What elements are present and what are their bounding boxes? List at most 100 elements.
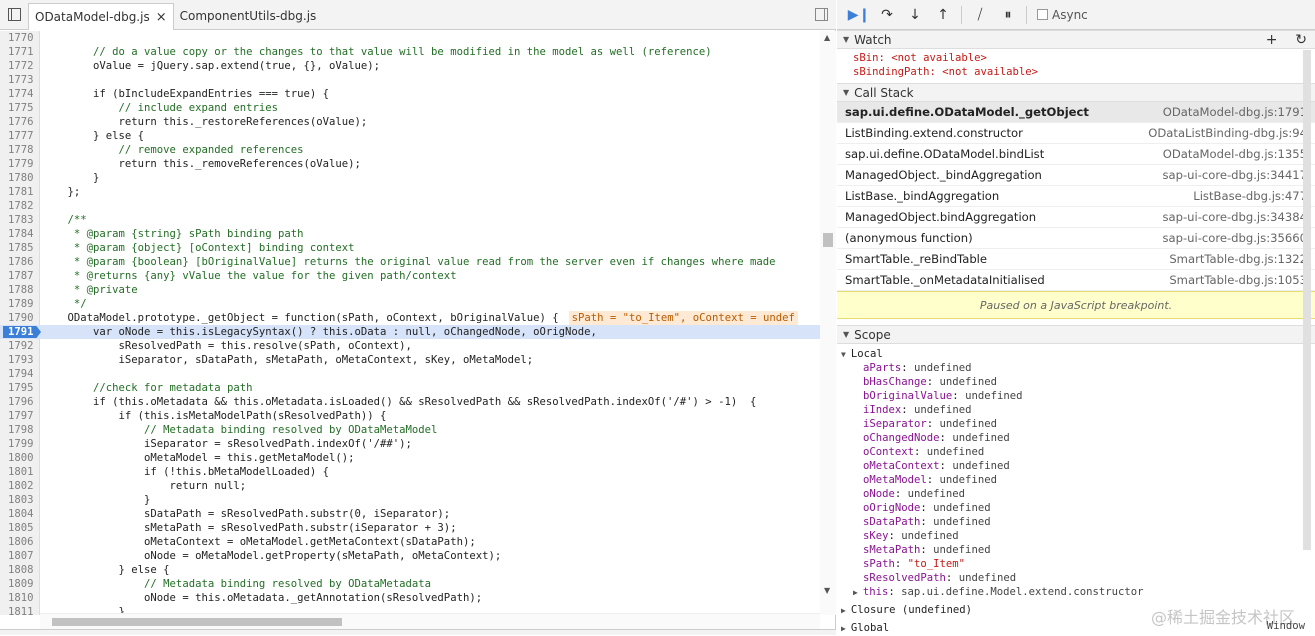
line-number[interactable]: 1793 bbox=[0, 353, 36, 367]
callstack-frame[interactable]: sap.ui.define.ODataModel.bindList ODataMo… bbox=[837, 144, 1315, 165]
line-number[interactable]: 1775 bbox=[0, 101, 36, 115]
callstack-section-header[interactable]: ▼ Call Stack bbox=[837, 83, 1315, 102]
line-number[interactable]: 1803 bbox=[0, 493, 36, 507]
code-line[interactable]: 1771 // do a value copy or the changes t… bbox=[0, 45, 820, 59]
callstack-frame[interactable]: ManagedObject._bindAggregation sap-ui-cor… bbox=[837, 165, 1315, 186]
line-number[interactable]: 1795 bbox=[0, 381, 36, 395]
code-line[interactable]: 1799 iSeparator = sResolvedPath.indexOf(… bbox=[0, 437, 820, 451]
code-line[interactable]: 1795 //check for metadata path bbox=[0, 381, 820, 395]
pause-on-exceptions-icon[interactable]: ⏸ bbox=[994, 4, 1022, 26]
scope-variable[interactable]: sDataPath: undefined bbox=[837, 515, 1315, 529]
code-line[interactable]: 1780 } bbox=[0, 171, 820, 185]
line-number[interactable]: 1796 bbox=[0, 395, 36, 409]
line-number[interactable]: 1788 bbox=[0, 283, 36, 297]
code-line[interactable]: 1772 oValue = jQuery.sap.extend(true, {}… bbox=[0, 59, 820, 73]
watch-item[interactable]: sBin: <not available> bbox=[853, 51, 1315, 65]
sidebar-scrollbar[interactable] bbox=[1303, 50, 1311, 550]
code-line[interactable]: 1782 bbox=[0, 199, 820, 213]
line-number[interactable]: 1776 bbox=[0, 115, 36, 129]
line-number[interactable]: 1810 bbox=[0, 591, 36, 605]
code-editor[interactable]: 1770 1771 // do a value copy or the chang… bbox=[0, 31, 836, 615]
breakpoint-marker[interactable]: 1791 bbox=[3, 326, 41, 338]
line-number[interactable]: 1770 bbox=[0, 31, 36, 45]
scope-variable[interactable]: iSeparator: undefined bbox=[837, 417, 1315, 431]
line-number[interactable]: 1784 bbox=[0, 227, 36, 241]
deactivate-breakpoints-icon[interactable]: ⧸ bbox=[966, 4, 994, 26]
scope-variable[interactable]: sResolvedPath: undefined bbox=[837, 571, 1315, 585]
async-checkbox[interactable] bbox=[1037, 9, 1048, 20]
line-number[interactable]: 1811 bbox=[0, 605, 36, 615]
frame-location[interactable]: ODataListBinding-dbg.js:94 bbox=[1148, 126, 1307, 140]
callstack-frame[interactable]: ListBase._bindAggregation ListBase-dbg.js… bbox=[837, 186, 1315, 207]
line-number[interactable]: 1801 bbox=[0, 465, 36, 479]
line-number[interactable]: 1786 bbox=[0, 255, 36, 269]
code-line[interactable]: 1789 */ bbox=[0, 297, 820, 311]
line-number[interactable]: 1779 bbox=[0, 157, 36, 171]
step-out-icon[interactable]: ↑ bbox=[929, 4, 957, 26]
line-number[interactable]: 1794 bbox=[0, 367, 36, 381]
code-line[interactable]: 1796 if (this.oMetadata && this.oMetadat… bbox=[0, 395, 820, 409]
code-line[interactable]: 1801 if (!this.bMetaModelLoaded) { bbox=[0, 465, 820, 479]
close-icon[interactable]: × bbox=[156, 10, 167, 25]
scroll-thumb[interactable] bbox=[52, 618, 342, 626]
code-line[interactable]: 1774 if (bIncludeExpandEntries === true)… bbox=[0, 87, 820, 101]
line-number[interactable]: 1785 bbox=[0, 241, 36, 255]
code-line[interactable]: 1785 * @param {object} [oContext] bindin… bbox=[0, 241, 820, 255]
frame-location[interactable]: ODataModel-dbg.js:1355 bbox=[1163, 147, 1307, 161]
code-line[interactable]: 1809 // Metadata binding resolved by ODa… bbox=[0, 577, 820, 591]
line-number[interactable]: 1806 bbox=[0, 535, 36, 549]
scope-variable[interactable]: bOriginalValue: undefined bbox=[837, 389, 1315, 403]
scroll-thumb[interactable] bbox=[823, 233, 833, 247]
line-number[interactable]: 1802 bbox=[0, 479, 36, 493]
scope-variable[interactable]: oContext: undefined bbox=[837, 445, 1315, 459]
callstack-frame[interactable]: (anonymous function) sap-ui-core-dbg.js:3… bbox=[837, 228, 1315, 249]
async-toggle[interactable]: Async bbox=[1037, 8, 1088, 22]
code-line[interactable]: 1793 iSeparator, sDataPath, sMetaPath, o… bbox=[0, 353, 820, 367]
code-line[interactable]: 1781 }; bbox=[0, 185, 820, 199]
code-line[interactable]: 1797 if (this.isMetaModelPath(sResolvedP… bbox=[0, 409, 820, 423]
scope-variable[interactable]: sMetaPath: undefined bbox=[837, 543, 1315, 557]
scroll-up-icon[interactable]: ▲ bbox=[824, 33, 830, 42]
line-number[interactable]: 1782 bbox=[0, 199, 36, 213]
code-line[interactable]: 1807 oNode = oMetaModel.getProperty(sMet… bbox=[0, 549, 820, 563]
code-line[interactable]: 1775 // include expand entries bbox=[0, 101, 820, 115]
code-line[interactable]: 1798 // Metadata binding resolved by ODa… bbox=[0, 423, 820, 437]
code-line[interactable]: 1786 * @param {boolean} [bOriginalValue]… bbox=[0, 255, 820, 269]
line-number[interactable]: 1773 bbox=[0, 73, 36, 87]
line-number[interactable]: 1771 bbox=[0, 45, 36, 59]
line-number[interactable]: 1807 bbox=[0, 549, 36, 563]
code-line[interactable]: 1808 } else { bbox=[0, 563, 820, 577]
tab-odatamodel[interactable]: ODataModel-dbg.js × bbox=[28, 3, 174, 30]
frame-location[interactable]: SmartTable-dbg.js:1322 bbox=[1169, 252, 1307, 266]
line-number[interactable]: 1780 bbox=[0, 171, 36, 185]
scope-variable[interactable]: oMetaContext: undefined bbox=[837, 459, 1315, 473]
tab-componentutils[interactable]: ComponentUtils-dbg.js bbox=[174, 3, 323, 29]
toggle-debugger-icon[interactable] bbox=[815, 8, 828, 21]
code-line[interactable]: 1777 } else { bbox=[0, 129, 820, 143]
line-number[interactable]: 1772 bbox=[0, 59, 36, 73]
frame-location[interactable]: ODataModel-dbg.js:1791 bbox=[1163, 105, 1307, 119]
code-line[interactable]: 1776 return this._restoreReferences(oVal… bbox=[0, 115, 820, 129]
line-number[interactable]: 1783 bbox=[0, 213, 36, 227]
line-number[interactable]: 1799 bbox=[0, 437, 36, 451]
vertical-scrollbar[interactable]: ▲ ▼ bbox=[820, 31, 836, 615]
callstack-frame[interactable]: sap.ui.define.ODataModel._getObject OData… bbox=[837, 102, 1315, 123]
code-line[interactable]: 1804 sDataPath = sResolvedPath.substr(0,… bbox=[0, 507, 820, 521]
line-number[interactable]: 1805 bbox=[0, 521, 36, 535]
line-number[interactable]: 1777 bbox=[0, 129, 36, 143]
code-line[interactable]: 1803 } bbox=[0, 493, 820, 507]
code-line[interactable]: 1805 sMetaPath = sResolvedPath.substr(iS… bbox=[0, 521, 820, 535]
code-line[interactable]: 1784 * @param {string} sPath binding pat… bbox=[0, 227, 820, 241]
step-over-icon[interactable]: ↷ bbox=[873, 4, 901, 26]
step-into-icon[interactable]: ↓ bbox=[901, 4, 929, 26]
refresh-icon[interactable]: ↻ bbox=[1295, 32, 1307, 48]
scope-variable[interactable]: oNode: undefined bbox=[837, 487, 1315, 501]
watch-section-header[interactable]: ▼ Watch + ↻ bbox=[837, 30, 1315, 49]
horizontal-scrollbar[interactable] bbox=[40, 613, 820, 629]
scope-this[interactable]: ▶ this: sap.ui.define.Model.extend.constr… bbox=[837, 585, 1315, 599]
line-number[interactable]: 1790 bbox=[0, 311, 36, 325]
scope-variable[interactable]: aParts: undefined bbox=[837, 361, 1315, 375]
line-number[interactable]: 1804 bbox=[0, 507, 36, 521]
code-line[interactable]: 1790 ODataModel.prototype._getObject = f… bbox=[0, 311, 820, 325]
frame-location[interactable]: ListBase-dbg.js:477 bbox=[1193, 189, 1307, 203]
